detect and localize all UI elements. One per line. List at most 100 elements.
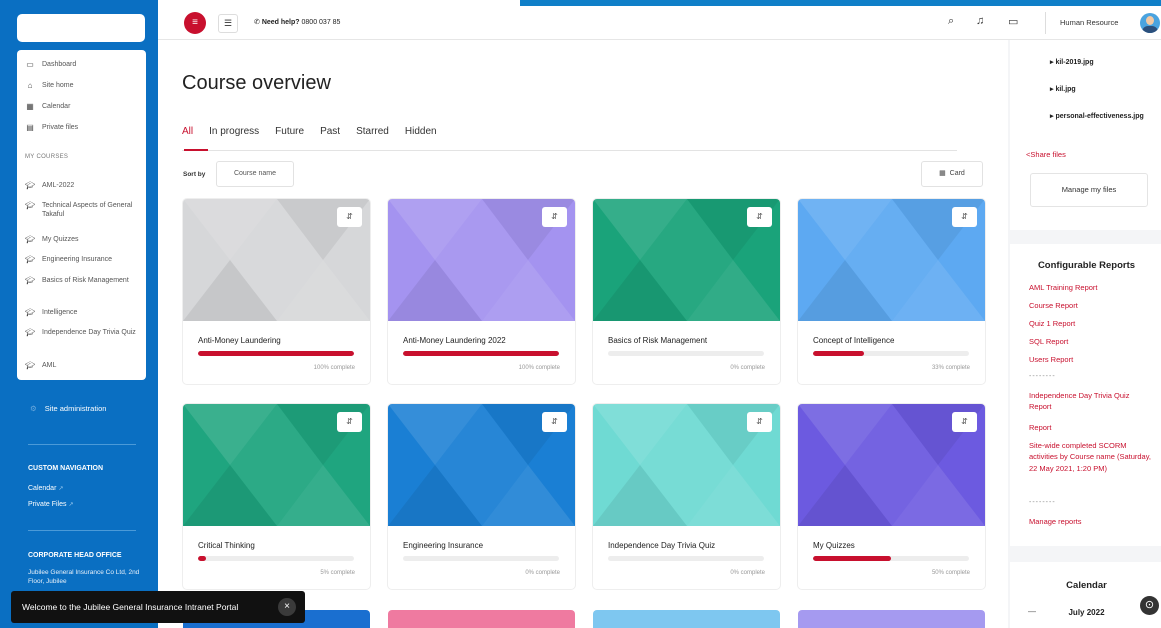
my-courses-heading: MY COURSES — [25, 154, 69, 160]
sidebar-item-calendar[interactable]: ▦ Calendar — [25, 102, 143, 113]
course-card[interactable]: ⇵ Critical Thinking 5% complete — [183, 404, 370, 589]
progress-fill — [403, 351, 559, 356]
progress-label: 33% complete — [931, 365, 970, 371]
tab-all[interactable]: All — [182, 126, 193, 137]
custom-navigation-heading: CUSTOM NAVIGATION — [28, 465, 104, 472]
tab-active-indicator — [184, 149, 208, 151]
user-name[interactable]: Human Resource — [1060, 18, 1118, 27]
graduation-cap-icon: 🎓︎ — [25, 276, 36, 285]
report-link[interactable]: Independence Day Trivia Quiz Report — [1029, 390, 1154, 413]
course-menu-button[interactable]: ⇵ — [952, 207, 977, 227]
toast-close-button[interactable]: × — [278, 598, 296, 616]
sidebar-course-item[interactable]: 🎓︎ Basics of Risk Management — [25, 276, 143, 287]
report-link[interactable]: SQL Report — [1029, 336, 1154, 347]
sidebar-course-item[interactable]: 🎓︎ My Quizzes — [25, 235, 143, 246]
tab-hidden[interactable]: Hidden — [405, 126, 437, 137]
course-name[interactable]: Anti-Money Laundering — [198, 336, 281, 345]
report-separator: -------- — [1029, 499, 1056, 506]
course-card-partial[interactable] — [798, 610, 985, 628]
chat-icon[interactable]: ▭ — [1008, 15, 1018, 28]
sidebar-course-item[interactable]: 🎓︎ AML-2022 — [25, 181, 143, 192]
course-card[interactable]: ⇵ Concept of Intelligence 33% complete — [798, 199, 985, 384]
course-tabs: All In progress Future Past Starred Hidd… — [182, 126, 437, 137]
sidebar-course-label: Independence Day Trivia Quiz — [42, 329, 136, 336]
sidebar-item-private-files[interactable]: ▤ Private files — [25, 123, 143, 134]
file-item[interactable]: ▸ kil.jpg — [1050, 85, 1145, 95]
bell-icon[interactable]: ♫ — [976, 15, 984, 27]
sidebar-course-label: AML — [42, 362, 57, 369]
file-item[interactable]: ▸ personal-effectiveness.jpg — [1050, 112, 1145, 122]
course-name[interactable]: Basics of Risk Management — [608, 336, 707, 345]
course-menu-button[interactable]: ⇵ — [952, 412, 977, 432]
search-icon[interactable]: ⌕ — [948, 15, 954, 28]
course-card[interactable]: ⇵ Anti-Money Laundering 2022 100% complete — [388, 199, 575, 384]
course-card[interactable]: ⇵ Basics of Risk Management 0% complete — [593, 199, 780, 384]
file-item[interactable]: ▸ kil-2019.jpg — [1050, 58, 1145, 68]
course-menu-button[interactable]: ⇵ — [337, 207, 362, 227]
course-menu-button[interactable]: ⇵ — [542, 412, 567, 432]
course-card-partial[interactable] — [593, 610, 780, 628]
course-card[interactable]: ⇵ My Quizzes 50% complete — [798, 404, 985, 589]
view-select[interactable]: ▦ Card — [921, 161, 983, 187]
course-name[interactable]: Independence Day Trivia Quiz — [608, 541, 715, 550]
file-name: personal-effectiveness.jpg — [1055, 113, 1144, 120]
sidebar-search-box[interactable] — [17, 14, 145, 42]
scroll-top-button[interactable]: ⊙ — [1140, 596, 1159, 615]
sidebar-item-site-home[interactable]: ⌂ Site home — [25, 81, 143, 92]
report-link[interactable]: Users Report — [1029, 354, 1154, 365]
graduation-cap-icon: 🎓︎ — [25, 181, 36, 190]
office-heading: CORPORATE HEAD OFFICE — [28, 552, 122, 559]
course-menu-button[interactable]: ⇵ — [747, 412, 772, 432]
manage-my-files-button[interactable]: Manage my files — [1030, 173, 1148, 207]
report-link[interactable]: Report — [1029, 422, 1154, 433]
course-card-partial[interactable] — [388, 610, 575, 628]
bullet-icon: ▸ — [1050, 86, 1054, 93]
report-link[interactable]: Course Report — [1029, 300, 1154, 311]
sort-select[interactable]: Course name — [216, 161, 294, 187]
course-card[interactable]: ⇵ Engineering Insurance 0% complete — [388, 404, 575, 589]
course-menu-button[interactable]: ⇵ — [542, 207, 567, 227]
list-view-button[interactable]: ☰ — [218, 14, 238, 33]
sidebar-course-item[interactable]: 🎓︎ AML — [25, 361, 143, 372]
report-link[interactable]: Site-wide completed SCORM activities by … — [1029, 440, 1154, 474]
tab-starred[interactable]: Starred — [356, 126, 389, 137]
course-name[interactable]: Anti-Money Laundering 2022 — [403, 336, 506, 345]
sidebar-course-label: AML-2022 — [42, 182, 75, 189]
manage-reports-link[interactable]: Manage reports — [1029, 516, 1154, 527]
course-card[interactable]: ⇵ Anti-Money Laundering 100% complete — [183, 199, 370, 384]
course-menu-button[interactable]: ⇵ — [337, 412, 362, 432]
tab-underline — [182, 150, 957, 151]
report-link[interactable]: Quiz 1 Report — [1029, 318, 1154, 329]
course-name[interactable]: Engineering Insurance — [403, 541, 483, 550]
external-link-icon: ↗ — [68, 502, 74, 508]
tab-future[interactable]: Future — [275, 126, 304, 137]
course-name[interactable]: My Quizzes — [813, 541, 855, 550]
help-line: ✆ Need help? 0800 037 85 — [254, 18, 340, 26]
custom-link-private-files[interactable]: Private Files ↗ — [28, 501, 74, 508]
share-files-link[interactable]: <Share files — [1026, 150, 1066, 159]
tab-in-progress[interactable]: In progress — [209, 126, 259, 137]
avatar[interactable] — [1140, 13, 1160, 33]
progress-label: 0% complete — [730, 570, 765, 576]
external-link-icon: ↗ — [58, 486, 64, 492]
sidebar-course-item[interactable]: 🎓︎ Technical Aspects of General Takaful — [25, 201, 143, 220]
menu-toggle-button[interactable]: ≡ — [184, 12, 206, 34]
sidebar-item-dashboard[interactable]: ▭ Dashboard — [25, 60, 143, 71]
sidebar-course-item[interactable]: 🎓︎ Intelligence — [25, 308, 143, 319]
course-name[interactable]: Critical Thinking — [198, 541, 255, 550]
progress-label: 100% complete — [518, 365, 560, 371]
course-card[interactable]: ⇵ Independence Day Trivia Quiz 0% complete — [593, 404, 780, 589]
custom-link-calendar[interactable]: Calendar ↗ — [28, 485, 63, 492]
course-name[interactable]: Concept of Intelligence — [813, 336, 894, 345]
progress-label: 0% complete — [730, 365, 765, 371]
sidebar-course-item[interactable]: 🎓︎ Engineering Insurance — [25, 255, 143, 266]
avatar-shirt — [1142, 26, 1158, 33]
sidebar-course-item[interactable]: 🎓︎ Independence Day Trivia Quiz — [25, 328, 143, 339]
site-administration-link[interactable]: ⚙ Site administration — [30, 404, 106, 413]
course-menu-button[interactable]: ⇵ — [747, 207, 772, 227]
report-link[interactable]: AML Training Report — [1029, 282, 1154, 293]
configurable-reports-block: Configurable Reports AML Training Report… — [1010, 244, 1161, 546]
sidebar-course-label: Intelligence — [42, 309, 78, 316]
tab-past[interactable]: Past — [320, 126, 340, 137]
site-administration-label: Site administration — [44, 404, 107, 413]
